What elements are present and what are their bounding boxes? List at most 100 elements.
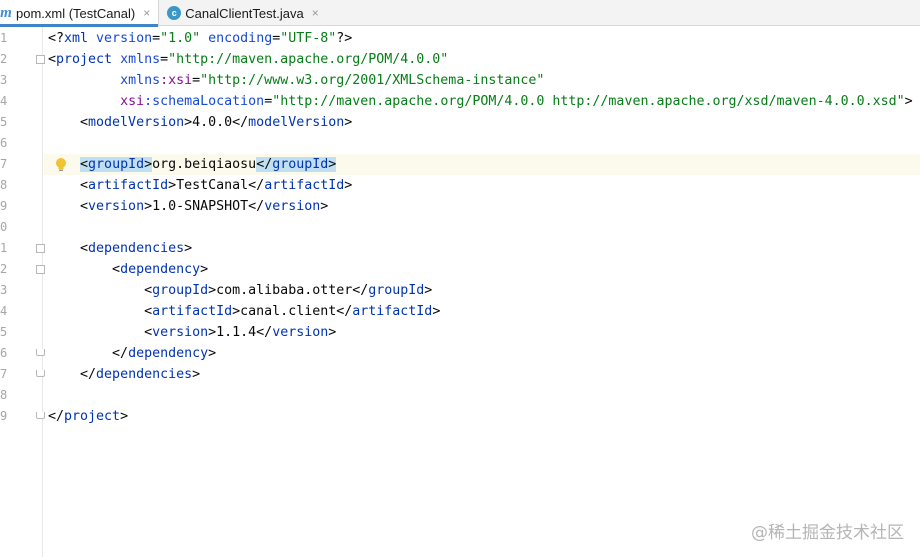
code-line[interactable]: </project> [44, 406, 920, 427]
code-token: < [48, 283, 153, 298]
code-token: > [424, 283, 433, 298]
line-number: 9 [0, 199, 8, 213]
code-text: <groupId>com.alibaba.otter</groupId> [48, 280, 432, 301]
code-token: :schemaLocation [144, 94, 265, 109]
code-token: </ [48, 346, 129, 361]
code-text: </project> [48, 406, 128, 427]
line-number: 6 [0, 346, 8, 360]
code-token: "UTF-8" [280, 31, 337, 46]
code-token: 1.0-SNAPSHOT [152, 199, 249, 214]
code-token: xml [64, 31, 97, 46]
watermark: @稀土掘金技术社区 [751, 523, 904, 543]
code-token: "http://maven.apache.org/POM/4.0.0 http:… [272, 94, 905, 109]
code-line[interactable] [44, 133, 920, 154]
tab-pom-xml[interactable]: m pom.xml (TestCanal) × [0, 0, 159, 27]
code-line[interactable]: <version>1.0-SNAPSHOT</version> [44, 196, 920, 217]
code-line[interactable]: </dependency> [44, 343, 920, 364]
code-line[interactable]: <project xmlns="http://maven.apache.org/… [44, 49, 920, 70]
line-number: 4 [0, 94, 8, 108]
code-text: <version>1.1.4</version> [48, 322, 336, 343]
code-line-current[interactable]: <groupId>org.beiqiaosu</groupId> [44, 154, 920, 175]
code-token: modelVersion [88, 115, 185, 130]
maven-file-icon: m [0, 4, 12, 21]
code-line[interactable]: <groupId>com.alibaba.otter</groupId> [44, 280, 920, 301]
line-number: 3 [0, 73, 8, 87]
line-number: 7 [0, 367, 8, 381]
code-token: < [48, 199, 89, 214]
code-token: org.beiqiaosu [152, 157, 257, 172]
code-token: > [200, 262, 209, 277]
code-token: project [64, 409, 121, 424]
code-token: > [120, 409, 129, 424]
code-line[interactable]: <modelVersion>4.0.0</modelVersion> [44, 112, 920, 133]
code-line[interactable]: </dependencies> [44, 364, 920, 385]
code-token: canal.client [240, 304, 337, 319]
code-token: > [208, 346, 217, 361]
code-token: > [184, 241, 193, 256]
code-token: groupId [152, 283, 209, 298]
code-line[interactable]: <dependencies> [44, 238, 920, 259]
code-token: </ [232, 115, 249, 130]
code-line[interactable]: <artifactId>TestCanal</artifactId> [44, 175, 920, 196]
code-token: version [88, 199, 145, 214]
line-number: 2 [0, 262, 8, 276]
code-token: project [56, 52, 121, 67]
code-token: version [152, 325, 209, 340]
code-line[interactable]: xsi:schemaLocation="http://maven.apache.… [44, 91, 920, 112]
code-token: version [264, 199, 321, 214]
code-token: </ [48, 409, 65, 424]
line-number: 9 [0, 409, 8, 423]
code-line[interactable]: <dependency> [44, 259, 920, 280]
code-text: <version>1.0-SNAPSHOT</version> [48, 196, 328, 217]
code-token: xsi [120, 94, 145, 109]
code-line[interactable] [44, 385, 920, 406]
code-token: artifactId [88, 178, 169, 193]
code-token: </ [256, 325, 273, 340]
code-token: </ [248, 199, 265, 214]
code-token: < [48, 304, 153, 319]
code-token: = [264, 94, 273, 109]
code-token: dependency [128, 346, 209, 361]
code-line[interactable]: xmlns:xsi="http://www.w3.org/2001/XMLSch… [44, 70, 920, 91]
code-token: 1.1.4 [216, 325, 257, 340]
code-line[interactable] [44, 217, 920, 238]
code-token: </ [336, 304, 353, 319]
code-token: > [208, 325, 217, 340]
line-number-gutter[interactable]: 1 2 3 4 5 6 7 8 9 0 1 2 3 4 5 6 7 8 9 [0, 27, 45, 557]
code-line[interactable]: <version>1.1.4</version> [44, 322, 920, 343]
code-token: > [320, 199, 329, 214]
line-number: 5 [0, 115, 8, 129]
code-line[interactable]: <?xml version="1.0" encoding="UTF-8"?> [44, 28, 920, 49]
code-token: <? [48, 31, 65, 46]
code-token: </ [256, 157, 273, 172]
code-token: < [48, 115, 89, 130]
line-number: 5 [0, 325, 8, 339]
editor-tab-bar: m pom.xml (TestCanal) × c CanalClientTes… [0, 0, 920, 27]
code-token: > [184, 115, 193, 130]
code-text: </dependency> [48, 343, 216, 364]
code-token: artifactId [264, 178, 345, 193]
code-token: 4.0.0 [192, 115, 233, 130]
line-number: 6 [0, 136, 8, 150]
code-token: artifactId [352, 304, 433, 319]
line-number: 1 [0, 241, 8, 255]
line-number: 8 [0, 178, 8, 192]
code-text: <?xml version="1.0" encoding="UTF-8"?> [48, 28, 352, 49]
code-token: encoding [208, 31, 273, 46]
code-token: com.alibaba.otter [216, 283, 353, 298]
code-editor[interactable]: <?xml version="1.0" encoding="UTF-8"?> <p… [44, 27, 920, 557]
code-token: dependency [120, 262, 201, 277]
close-icon[interactable]: × [143, 6, 150, 20]
code-token: > [432, 304, 441, 319]
code-token: </ [352, 283, 369, 298]
close-icon[interactable]: × [312, 6, 319, 20]
line-number: 8 [0, 388, 8, 402]
code-token: > [904, 94, 913, 109]
tab-canal-client-test[interactable]: c CanalClientTest.java × [159, 0, 327, 26]
code-token: = [160, 52, 169, 67]
code-token: groupId [88, 157, 145, 172]
code-line[interactable]: <artifactId>canal.client</artifactId> [44, 301, 920, 322]
code-token: < [48, 241, 89, 256]
code-token: </ [48, 367, 97, 382]
